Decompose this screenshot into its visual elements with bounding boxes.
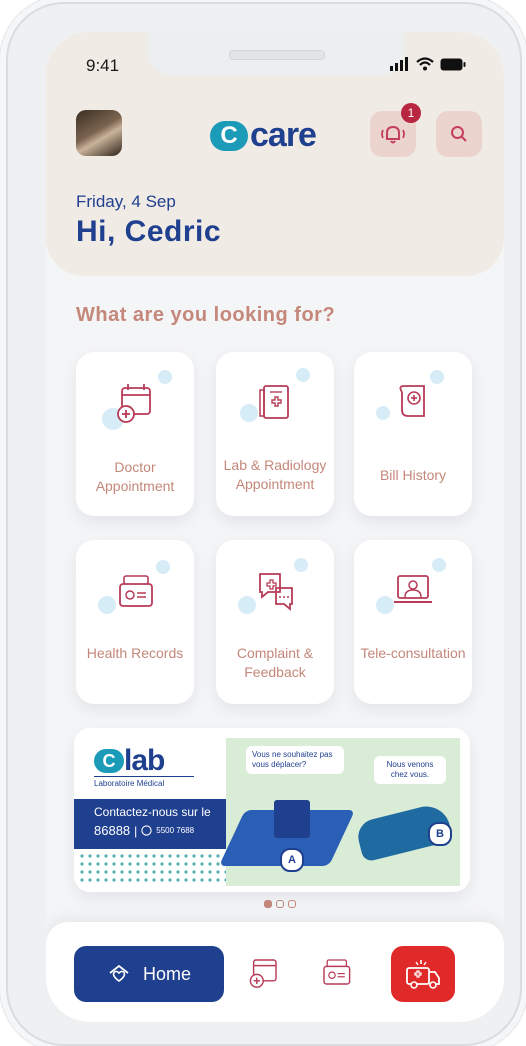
banner-contact-line: Contactez-nous sur le [94,805,211,819]
banner-pager [264,900,296,908]
banner-contact-panel: Contactez-nous sur le 86888 | 5500 7688 [74,799,226,849]
banner-bubble-right: Nous venons chez vous. [374,756,446,784]
building-illustration [274,800,310,838]
card-complaint-feedback[interactable]: Complaint & Feedback [216,540,334,704]
card-label: Health Records [86,645,184,661]
pin-b: B [428,822,452,846]
banner-phone-main: 86888 [94,823,131,838]
pin-a: A [280,848,304,872]
card-doctor-appointment[interactable]: Doctor Appointment [76,352,194,516]
banner-logo-text: lab [124,744,165,777]
notification-button[interactable]: 1 [370,103,421,157]
nav-records-icon[interactable] [316,952,356,992]
banner-illustration: Vous ne souhaitez pas vous déplacer? Nou… [218,738,460,886]
status-icons [390,57,466,71]
home-heart-icon [109,964,129,982]
banner-dots-pattern [78,852,228,886]
card-teleconsultation[interactable]: Tele-consultation [354,540,472,704]
search-icon [451,126,467,142]
pager-dot[interactable] [276,900,284,908]
logo-text: care [250,116,317,154]
promo-banner[interactable]: C lab Laboratoire Médical Contactez-nous… [74,728,470,892]
banner-bubble-left: Vous ne souhaitez pas vous déplacer? [246,746,344,774]
banner-logo: C lab [94,744,165,778]
app-screen: 9:41 C care 1 Friday, 4 Sep Hi, Cedric W… [46,32,504,1022]
card-lab-radiology[interactable]: Lab & Radiology Appointment [216,352,334,516]
avatar[interactable] [76,110,122,156]
bell-icon [381,125,405,144]
card-label: Tele-consultation [360,645,466,661]
card-bill-history[interactable]: Bill History [354,352,472,516]
pager-dot[interactable] [288,900,296,908]
status-time: 9:41 [86,56,120,75]
current-date: Friday, 4 Sep [76,192,176,211]
nav-emergency-button[interactable] [391,946,455,1002]
ambulance-icon [406,960,440,989]
medical-file-icon [259,385,289,419]
greeting: Hi, Cedric [76,215,222,248]
header-panel: 9:41 C care 1 Friday, 4 Sep Hi, Cedric [46,32,504,276]
battery-icon [440,58,466,70]
card-label: Doctor Appointment [95,459,175,494]
pager-dot-active[interactable] [264,900,272,908]
card-health-records[interactable]: Health Records [76,540,194,704]
nav-home-button[interactable]: Home [74,946,224,1002]
chat-bubbles-icon [259,573,293,611]
bottom-nav: Home [46,922,504,1022]
logo-mark: C [210,120,248,151]
banner-subtitle: Laboratoire Médical [94,779,165,788]
banner-phone-whatsapp: 5500 7688 [156,826,195,835]
laptop-doctor-icon [394,575,432,603]
calendar-plus-icon [117,384,151,423]
section-title: What are you looking for? [76,304,336,326]
banner-logo-mark: C [94,749,124,773]
signal-icon [390,57,408,71]
card-label: Complaint & Feedback [236,645,314,680]
nav-appointment-icon[interactable] [244,952,284,992]
records-folder-icon [119,575,153,607]
wifi-icon [416,57,434,71]
card-label: Lab & Radiology Appointment [223,457,327,492]
card-label: Bill History [379,467,447,483]
bill-icon [399,385,425,417]
app-logo: C care [210,116,317,155]
nav-home-label: Home [142,963,191,984]
banner-phone-row: 86888 | 5500 7688 [94,823,195,838]
phone-frame: 9:41 C care 1 Friday, 4 Sep Hi, Cedric W… [6,2,522,1046]
notification-badge: 1 [401,103,421,123]
search-button[interactable] [436,111,482,157]
phone-notch [147,32,405,76]
whatsapp-icon [141,825,152,836]
